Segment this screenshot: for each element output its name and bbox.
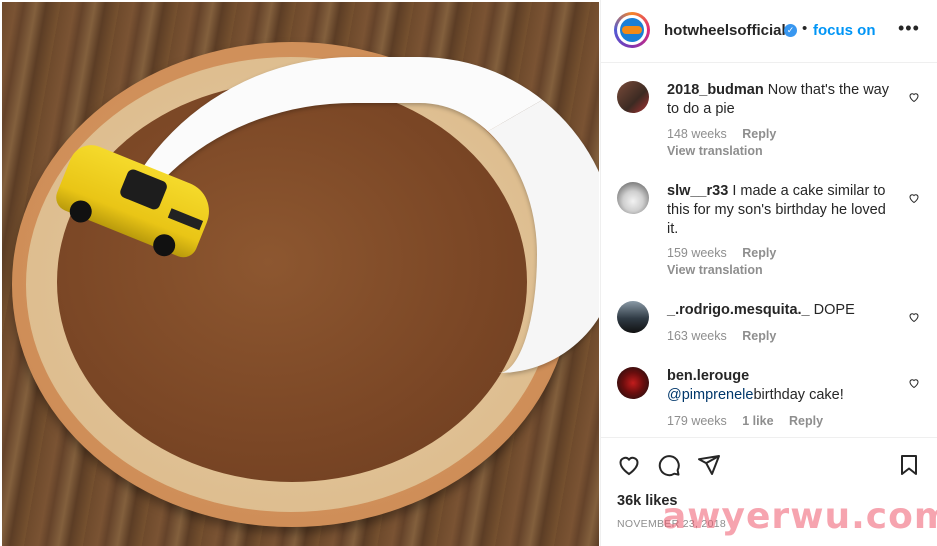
post-actions (601, 437, 937, 493)
heart-icon[interactable] (908, 377, 920, 389)
comment-timestamp[interactable]: 179 weeks (667, 414, 727, 428)
send-icon[interactable] (697, 453, 721, 477)
follow-button[interactable]: focus on (813, 22, 876, 39)
more-options-icon[interactable]: ••• (898, 18, 920, 39)
comment-timestamp[interactable]: 159 weeks (667, 246, 727, 260)
hotwheels-logo (620, 18, 644, 42)
post-header: hotwheelsofficial ✓ • focus on ••• (601, 0, 937, 63)
bookmark-icon[interactable] (897, 453, 921, 477)
comment-icon[interactable] (657, 453, 681, 477)
view-translation-link[interactable]: View translation (667, 144, 763, 158)
comment-username[interactable]: 2018_budman (667, 82, 764, 98)
reply-button[interactable]: Reply (742, 329, 776, 343)
heart-icon[interactable] (908, 91, 920, 103)
view-translation-link[interactable]: View translation (667, 263, 763, 277)
profile-username[interactable]: hotwheelsofficial (664, 22, 786, 39)
watermark-text: awyerwu.com (662, 496, 937, 537)
comment-text: DOPE (813, 302, 855, 318)
post-sidebar: hotwheelsofficial ✓ • focus on ••• 2018_… (600, 0, 937, 546)
heart-icon[interactable] (617, 453, 641, 477)
header-separator: • (802, 20, 808, 37)
comment-mention[interactable]: @pimprenele (667, 387, 753, 403)
reply-button[interactable]: Reply (742, 127, 776, 141)
commenter-avatar[interactable] (617, 367, 649, 399)
instagram-post-modal: hotwheelsofficial ✓ • focus on ••• 2018_… (0, 0, 937, 546)
post-image[interactable] (2, 2, 599, 546)
verified-badge-icon: ✓ (784, 24, 797, 37)
comment-username[interactable]: _.rodrigo.mesquita._ (667, 302, 810, 318)
profile-avatar[interactable] (614, 12, 650, 48)
comment-text: birthday cake! (753, 387, 844, 403)
comment-timestamp[interactable]: 148 weeks (667, 127, 727, 141)
heart-icon[interactable] (908, 192, 920, 204)
reply-button[interactable]: Reply (789, 414, 823, 428)
heart-icon[interactable] (908, 311, 920, 323)
reply-button[interactable]: Reply (742, 246, 776, 260)
comment-timestamp[interactable]: 163 weeks (667, 329, 727, 343)
commenter-avatar[interactable] (617, 301, 649, 333)
commenter-avatar[interactable] (617, 81, 649, 113)
comments-list[interactable]: 2018_budman Now that's the way to do a p… (601, 63, 937, 437)
comment-username[interactable]: slw__r33 (667, 183, 728, 199)
comment-like-count[interactable]: 1 like (742, 414, 773, 428)
comment-username[interactable]: ben.lerouge (667, 367, 897, 386)
commenter-avatar[interactable] (617, 182, 649, 214)
